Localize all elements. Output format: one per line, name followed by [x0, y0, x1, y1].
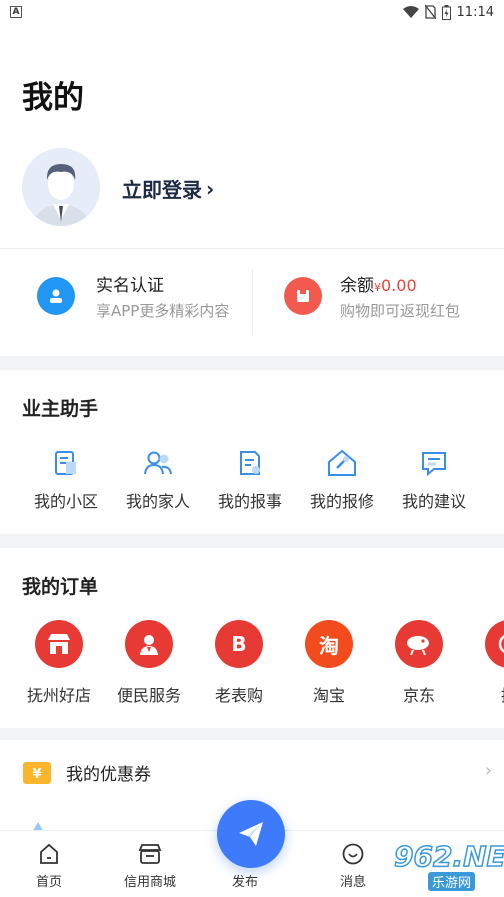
owner-item-label: 我的家人	[125, 492, 190, 511]
repair-icon	[328, 449, 356, 476]
order-item-fuzhou-shop[interactable]: 抚州好店	[14, 620, 104, 706]
home-icon	[40, 843, 58, 864]
notification-badge: A	[10, 6, 22, 18]
owner-item-community[interactable]: 我的小区	[20, 448, 112, 512]
coupon-row[interactable]: ¥ 我的优惠券	[22, 760, 151, 785]
coupon-label: 我的优惠券	[66, 765, 151, 785]
tab-label: 首页	[36, 875, 63, 890]
wifi-icon	[402, 6, 419, 18]
status-bar: A 11:14	[0, 0, 504, 24]
balance-amount: 0.00	[381, 276, 417, 295]
id-card-icon	[37, 277, 75, 315]
wallet-icon	[284, 277, 322, 315]
order-item-label: 老表购	[214, 686, 263, 705]
paper-plane-icon	[239, 822, 263, 846]
order-item-label: 京东	[402, 686, 435, 705]
owner-item-suggestion[interactable]: 我的建议	[388, 448, 480, 512]
battery-icon	[441, 4, 451, 20]
publish-label: 发布	[232, 875, 259, 890]
building-icon	[55, 451, 76, 475]
order-item-pinduoduo[interactable]: 拼	[464, 620, 504, 706]
suggestion-icon	[422, 452, 446, 477]
owner-helper-section: 业主助手 我的小区 我的家人 我的报事 我的报修 我的建议	[0, 370, 504, 534]
page-title: 我的	[22, 80, 84, 116]
order-item-label: 抚州好店	[26, 686, 91, 705]
card-divider	[252, 269, 253, 335]
family-icon	[144, 451, 172, 475]
orders-section: 我的订单 抚州好店 便民服务 B 老表购 淘 淘宝 京东	[0, 548, 504, 728]
tab-label: 消息	[340, 875, 367, 890]
owner-item-label: 我的报事	[217, 492, 282, 511]
owner-item-label: 我的报修	[309, 492, 374, 511]
message-icon	[342, 843, 364, 865]
verify-card[interactable]: 实名认证 享APP更多精彩内容	[37, 271, 229, 321]
order-item-jd[interactable]: 京东	[374, 620, 464, 706]
watermark-logo: 962.NET	[393, 839, 504, 874]
owner-item-family[interactable]: 我的家人	[112, 448, 204, 512]
login-label: 立即登录	[122, 178, 202, 202]
owner-item-label: 我的小区	[33, 492, 98, 511]
no-sim-icon	[424, 5, 436, 19]
store-icon	[138, 844, 162, 864]
balance-title: 余额	[340, 276, 374, 296]
chevron-right-icon[interactable]: ›	[485, 760, 492, 781]
avatar[interactable]	[22, 148, 100, 226]
tab-label: 信用商城	[124, 875, 177, 890]
publish-button[interactable]	[217, 800, 285, 868]
balance-card[interactable]: 余额¥0.00 购物即可返现红包	[284, 271, 460, 321]
report-icon	[240, 451, 260, 475]
order-item-service[interactable]: 便民服务	[104, 620, 194, 706]
owner-helper-title: 业主助手	[22, 398, 99, 420]
orders-title: 我的订单	[22, 576, 99, 598]
jd-icon	[395, 620, 443, 668]
owner-item-report[interactable]: 我的报事	[204, 448, 296, 512]
verify-subtitle: 享APP更多精彩内容	[96, 302, 230, 320]
tab-home[interactable]: 首页	[36, 843, 62, 890]
svg-text:¥: ¥	[32, 767, 41, 782]
pinduoduo-icon	[485, 620, 504, 668]
laobiao-icon: B	[215, 620, 263, 668]
site-watermark: 962.NET 乐游网	[368, 838, 504, 896]
taobao-icon: 淘	[305, 620, 353, 668]
order-item-taobao[interactable]: 淘 淘宝	[284, 620, 374, 706]
owner-item-label: 我的建议	[401, 492, 466, 511]
tab-credit-store[interactable]: 信用商城	[124, 843, 176, 890]
balance-subtitle: 购物即可返现红包	[340, 302, 461, 320]
coupon-icon: ¥	[23, 761, 51, 784]
info-cards: 实名认证 享APP更多精彩内容 余额¥0.00 购物即可返现红包	[0, 248, 504, 356]
login-link[interactable]: 立即登录 ›	[122, 174, 214, 203]
tab-message[interactable]: 消息	[340, 843, 366, 890]
watermark-caption: 乐游网	[428, 872, 476, 891]
order-item-laobiao[interactable]: B 老表购	[194, 620, 284, 706]
shop-icon	[35, 620, 83, 668]
chevron-right-icon: ›	[206, 176, 215, 201]
currency-symbol: ¥	[374, 281, 381, 294]
verify-title: 实名认证	[96, 276, 164, 296]
clock: 11:14	[456, 4, 494, 20]
order-item-label: 便民服务	[116, 686, 181, 705]
service-icon	[125, 620, 173, 668]
order-item-label: 淘宝	[312, 686, 345, 705]
avatar-person-icon	[22, 148, 100, 226]
owner-item-repair[interactable]: 我的报修	[296, 448, 388, 512]
